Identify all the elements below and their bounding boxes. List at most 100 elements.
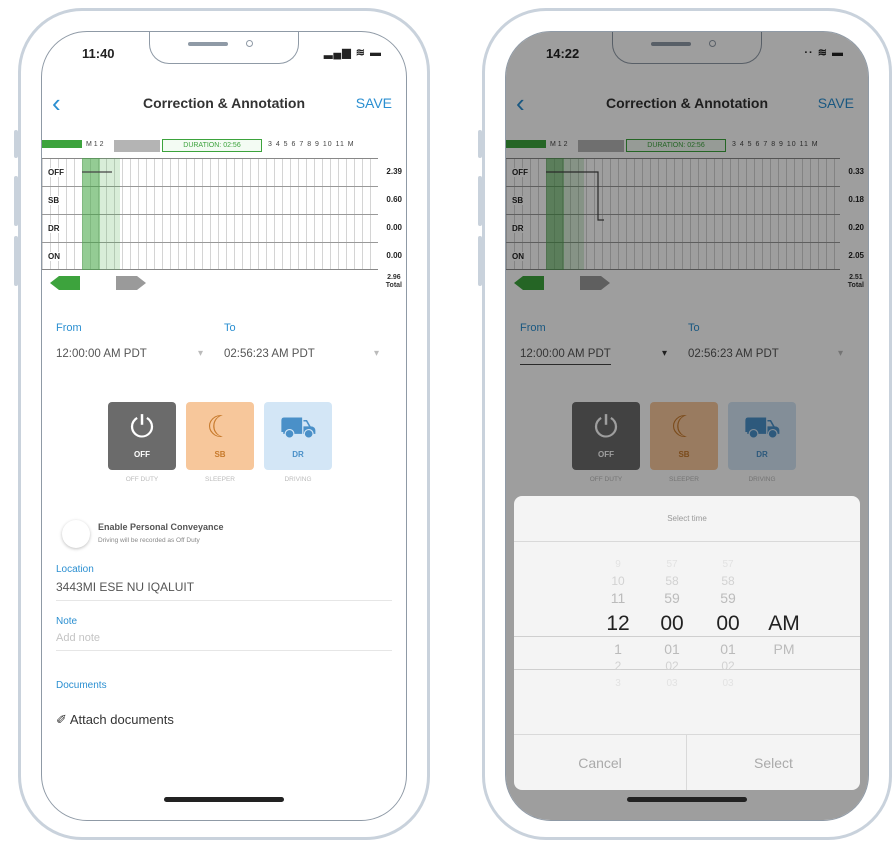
to-field[interactable]: 02:56:23 AM PDT (224, 348, 315, 360)
time-picker-sheet: Select time 9 10 11 12 1 2 3 57 58 59 00 (514, 496, 860, 790)
note-field[interactable]: Note Add note (56, 616, 392, 651)
personal-conveyance: Enable Personal Conveyance Driving will … (62, 518, 386, 558)
wheel-item: 03 (722, 678, 734, 689)
tile-label: SB (214, 450, 226, 459)
pc-subtitle: Driving will be recorded as Off Duty (98, 537, 200, 544)
from-field[interactable]: 12:00:00 AM PDT (56, 348, 147, 360)
timeline-header: M 1 2 DURATION: 02:56 3 4 5 6 7 8 9 10 1… (42, 138, 406, 154)
location-value[interactable]: 3443MI ESE NU IQALUIT (56, 580, 392, 601)
timeline-hours-left: M 1 2 (86, 141, 104, 148)
select-button[interactable]: Select (687, 735, 860, 790)
timeline-gray-bar (114, 140, 160, 152)
to-chevron-down-icon[interactable]: ▾ (374, 348, 379, 359)
wheel-item: 2 (614, 659, 622, 673)
status-time: 11:40 (82, 46, 115, 61)
row-label: ON (46, 252, 62, 261)
status-tile-off[interactable]: ⏻ OFF (108, 402, 176, 470)
nav-bar: ‹ Correction & Annotation SAVE (42, 90, 406, 120)
wheel-item: 02 (665, 659, 679, 673)
selection-range (82, 158, 100, 270)
from-chevron-down-icon[interactable]: ▾ (198, 348, 203, 359)
total-value: 2.96 (387, 274, 401, 281)
wheel-item: 9 (615, 559, 621, 570)
documents-section: Documents (56, 680, 392, 691)
log-chart[interactable]: M 1 2 DURATION: 02:56 3 4 5 6 7 8 9 10 1… (42, 138, 406, 308)
attach-documents-button[interactable]: ✐ Attach documents (56, 712, 174, 728)
save-button[interactable]: SAVE (356, 95, 392, 111)
row-value: 0.00 (386, 223, 402, 232)
wheel-item: PM (773, 641, 795, 657)
screen-right: 14:22 ·· ≋ ▬ ‹ Correction & Annotation S… (505, 31, 869, 821)
timeline-green-bar (42, 140, 82, 148)
signal-wifi-battery-icon: ▂▄▆ ≋ ▬ (323, 47, 382, 59)
personal-conveyance-toggle[interactable] (62, 520, 90, 548)
wheel-item-selected: 00 (716, 612, 740, 635)
wheel-item: 57 (722, 559, 734, 570)
ampm-wheel[interactable]: AM PM (758, 607, 810, 658)
power-icon: ⏻ (130, 411, 154, 444)
row-value: 2.39 (386, 167, 402, 176)
row-value: 0.60 (386, 195, 402, 204)
row-label: SB (46, 196, 62, 205)
picker-wheels: 9 10 11 12 1 2 3 57 58 59 00 01 02 03 57… (514, 556, 860, 726)
tile-label: OFF (134, 450, 150, 459)
tile-caption: OFF DUTY (125, 476, 159, 483)
notch (149, 32, 299, 64)
sleep-icon: ☾ (206, 411, 234, 444)
screen-left: 11:40 ▂▄▆ ≋ ▬ ‹ Correction & Annotation … (41, 31, 407, 821)
range-end-handle[interactable] (116, 276, 146, 290)
wheel-item: 58 (665, 574, 679, 588)
cancel-button[interactable]: Cancel (514, 735, 687, 790)
home-indicator[interactable] (627, 797, 747, 802)
page-title: Correction & Annotation (142, 95, 306, 111)
wheel-item: 02 (721, 659, 735, 673)
total-hours: 2.96 Total (386, 274, 402, 290)
paperclip-icon: ✐ (56, 712, 67, 727)
wheel-item: 59 (720, 590, 736, 606)
range-start-handle[interactable] (50, 276, 80, 290)
home-indicator[interactable] (164, 797, 284, 802)
wheel-item-selected: AM (768, 612, 800, 635)
from-label: From (56, 322, 82, 334)
wheel-item: 1 (614, 641, 622, 657)
hour-wheel[interactable]: 9 10 11 12 1 2 3 (592, 556, 644, 692)
second-wheel[interactable]: 57 58 59 00 01 02 03 (702, 556, 754, 692)
wheel-item: 03 (666, 678, 678, 689)
note-label: Note (56, 616, 78, 627)
wheel-item: 58 (721, 574, 735, 588)
phone-frame-right: 14:22 ·· ≋ ▬ ‹ Correction & Annotation S… (482, 8, 892, 840)
truck-icon: ⛟ (279, 411, 317, 444)
wheel-item-selected: 12 (606, 612, 630, 635)
wheel-item: 01 (664, 641, 680, 657)
duration-badge: DURATION: 02:56 (162, 139, 262, 152)
phone-frame-left: 11:40 ▂▄▆ ≋ ▬ ‹ Correction & Annotation … (18, 8, 430, 840)
location-label: Location (56, 564, 94, 575)
location-field[interactable]: Location 3443MI ESE NU IQALUIT (56, 564, 392, 601)
note-input[interactable]: Add note (56, 632, 392, 651)
total-label: Total (385, 282, 402, 289)
wheel-item: 11 (610, 590, 626, 606)
wheel-item: 01 (720, 641, 736, 657)
wheel-item: 57 (666, 559, 678, 570)
wheel-item: 3 (615, 678, 621, 689)
tile-caption: SLEEPER (205, 476, 235, 483)
status-tile-sb[interactable]: ☾ SB (186, 402, 254, 470)
attach-label: Attach documents (69, 712, 174, 727)
tile-label: DR (292, 450, 304, 459)
wheel-item-selected: 00 (660, 612, 684, 635)
duty-status-picker: ⏻ OFF OFF DUTY ☾ SB SLEEPER ⛟ DR DRIVING (42, 402, 406, 494)
picker-actions: Cancel Select (514, 734, 860, 790)
picker-title: Select time (514, 496, 860, 542)
to-label: To (224, 322, 236, 334)
row-label: DR (46, 224, 62, 233)
pc-title: Enable Personal Conveyance (98, 522, 224, 532)
minute-wheel[interactable]: 57 58 59 00 01 02 03 (646, 556, 698, 692)
time-range: From 12:00:00 AM PDT ▾ To 02:56:23 AM PD… (56, 322, 392, 382)
wheel-item: 59 (664, 590, 680, 606)
timeline-hours-right: 3 4 5 6 7 8 9 10 11 M (268, 141, 355, 148)
documents-label: Documents (56, 680, 107, 691)
row-label: OFF (46, 168, 66, 177)
tile-caption: DRIVING (284, 476, 312, 483)
status-tile-dr[interactable]: ⛟ DR (264, 402, 332, 470)
row-value: 0.00 (386, 251, 402, 260)
